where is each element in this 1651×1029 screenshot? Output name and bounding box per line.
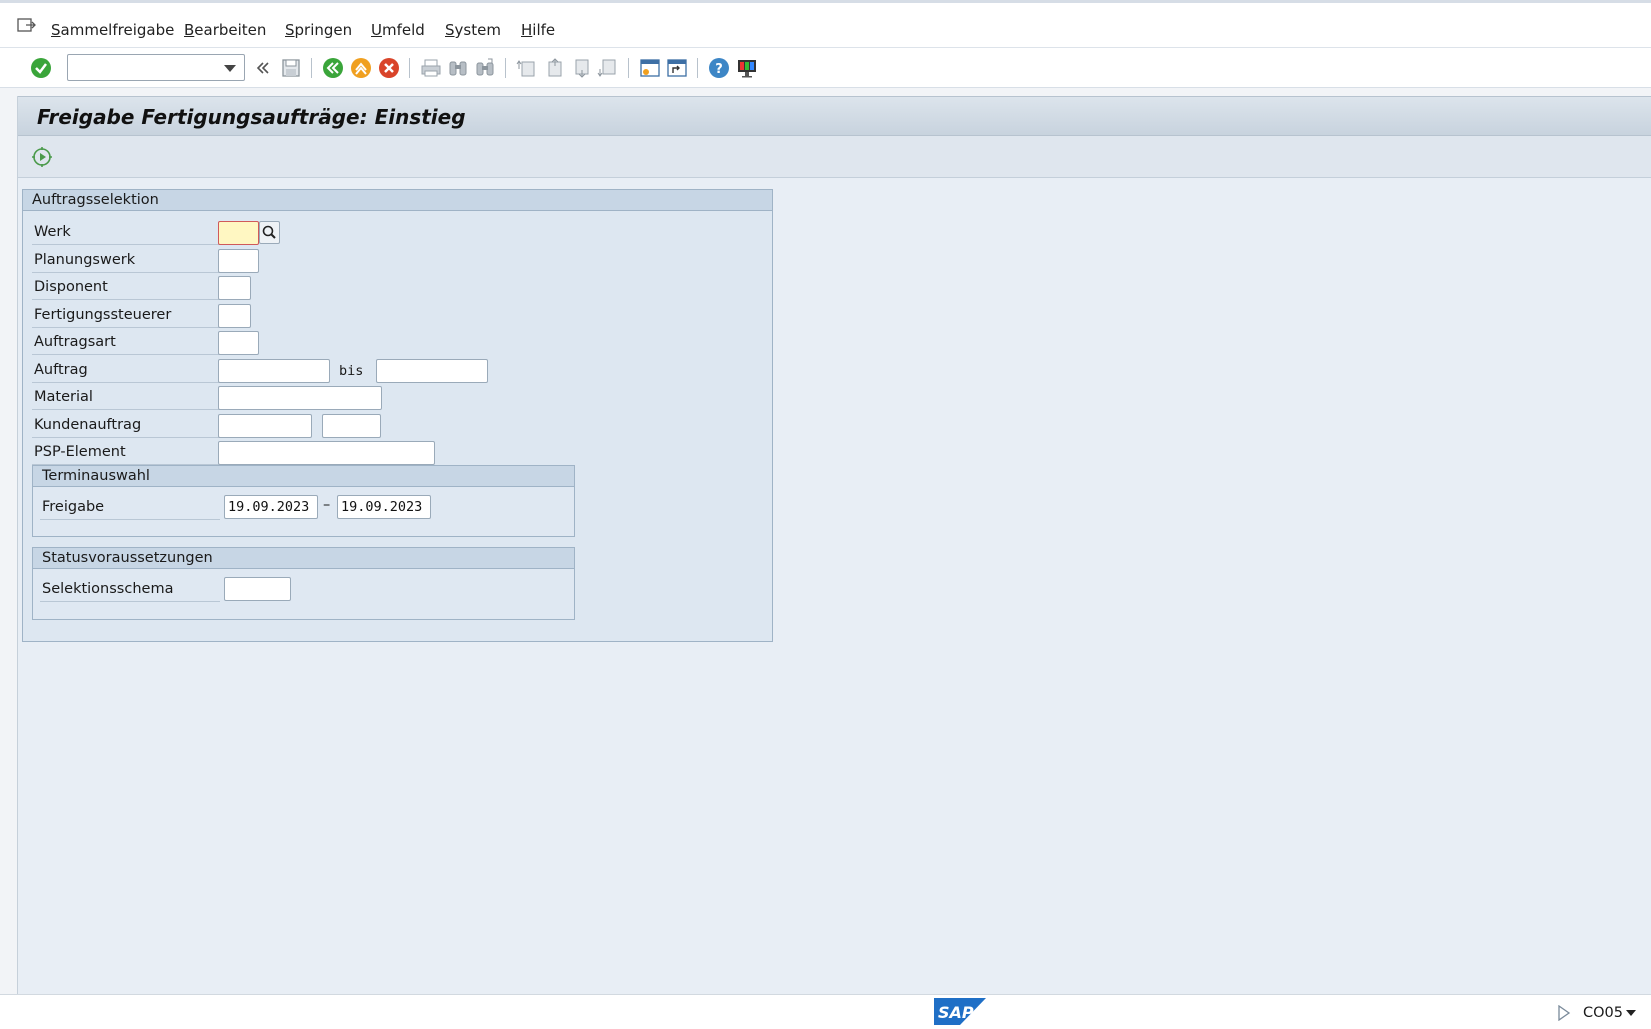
title-bar: Freigabe Fertigungsaufträge: Einstieg [18,96,1651,136]
svg-text:?: ? [715,62,723,77]
menu-system[interactable]: System [445,21,501,39]
next-page-icon[interactable] [570,57,592,79]
label-material: Material [34,389,93,405]
fertigungssteuerer-input[interactable] [218,304,251,328]
menu-springen[interactable]: Springen [285,21,352,39]
save-icon[interactable] [280,57,302,79]
exit-icon[interactable] [350,57,372,79]
werk-input[interactable] [218,221,259,245]
menu-icon[interactable] [17,17,37,35]
group-statusvoraussetzungen: Statusvoraussetzungen Selektionsschema [32,547,575,620]
enter-icon[interactable] [30,57,52,79]
back-icon[interactable] [322,57,344,79]
label-bis: bis [339,363,364,379]
command-field[interactable] [67,54,245,81]
print-icon[interactable] [420,57,442,79]
menu-hilfe[interactable]: Hilfe [521,21,555,39]
first-page-icon[interactable] [516,57,538,79]
play-icon[interactable] [1557,1005,1571,1021]
chevron-down-icon[interactable] [224,65,236,72]
label-psp-element: PSP-Element [34,444,126,460]
back-double-icon[interactable] [252,57,274,79]
auftragsart-input[interactable] [218,331,259,355]
label-selektionsschema: Selektionsschema [42,581,174,597]
find-icon[interactable] [447,57,469,79]
last-page-icon[interactable] [597,57,619,79]
group-heading-auftragsselektion: Auftragsselektion [23,190,772,211]
menu-umfeld[interactable]: Umfeld [371,21,425,39]
date-range-dash: – [323,497,331,513]
werk-value-help-button[interactable] [259,221,280,244]
system-toolbar: ? [0,48,1651,88]
search-icon [262,225,276,239]
prev-page-icon[interactable] [543,57,565,79]
kundenauftrag-input[interactable] [218,414,312,438]
label-freigabe: Freigabe [42,499,105,515]
execute-icon[interactable] [31,146,53,168]
psp-element-input[interactable] [218,441,435,465]
label-auftragsart: Auftragsart [34,334,116,350]
auftrag-to-input[interactable] [376,359,488,383]
page-title: Freigabe Fertigungsaufträge: Einstieg [37,105,466,129]
freigabe-to-input[interactable]: 19.09.2023 [337,495,431,519]
freigabe-from-input[interactable]: 19.09.2023 [224,495,318,519]
label-auftrag: Auftrag [34,362,88,378]
planungswerk-input[interactable] [218,249,259,273]
help-icon[interactable]: ? [708,57,730,79]
label-planungswerk: Planungswerk [34,252,136,268]
kundenauftrag-position-input[interactable] [322,414,381,438]
group-heading-terminauswahl: Terminauswahl [33,466,574,487]
group-terminauswahl: Terminauswahl Freigabe 19.09.2023 – 19.0… [32,465,575,537]
group-heading-statusvoraussetzungen: Statusvoraussetzungen [33,548,574,569]
layout-icon[interactable] [736,57,758,79]
transaction-code: CO05 [1583,1005,1623,1021]
material-input[interactable] [218,386,382,410]
label-werk: Werk [34,224,71,240]
sap-logo: SAP [934,998,986,1025]
menu-bar: Sammelfreigabe Bearbeiten Springen Umfel… [0,0,1651,48]
application-toolbar [18,136,1651,178]
label-fertigungssteuerer: Fertigungssteuerer [34,307,172,323]
sap-logo-text: SAP [938,1003,974,1022]
status-bar: SAP CO05 [0,994,1651,1029]
cancel-icon[interactable] [378,57,400,79]
find-next-icon[interactable] [474,57,496,79]
chevron-down-icon[interactable] [1626,1010,1636,1016]
new-session-icon[interactable] [639,57,661,79]
shortcut-icon[interactable] [666,57,688,79]
label-kundenauftrag: Kundenauftrag [34,417,142,433]
group-auftragsselektion: Auftragsselektion Werk Planungswerk Disp… [22,189,773,642]
menu-sammelfreigabe[interactable]: Sammelfreigabe [51,21,174,39]
work-area: Freigabe Fertigungsaufträge: Einstieg Au… [17,96,1651,994]
selektionsschema-input[interactable] [224,577,291,601]
disponent-input[interactable] [218,276,251,300]
menu-bearbeiten[interactable]: Bearbeiten [184,21,266,39]
auftrag-from-input[interactable] [218,359,330,383]
label-disponent: Disponent [34,279,108,295]
